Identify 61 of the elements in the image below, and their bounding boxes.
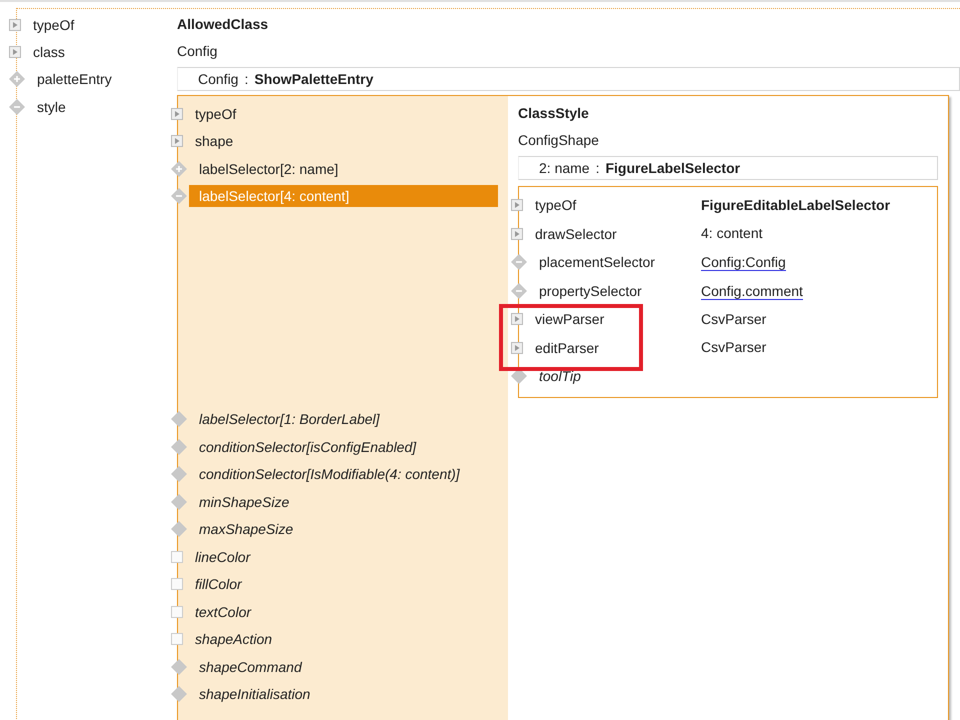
collapse-icon[interactable]	[511, 254, 527, 270]
member-item[interactable]: shape	[185, 130, 498, 152]
expand-icon[interactable]	[9, 70, 25, 86]
property-name: propertySelector	[539, 282, 642, 299]
collapse-icon[interactable]	[511, 282, 527, 299]
expand-icon[interactable]	[511, 228, 523, 240]
expand-icon[interactable]	[511, 313, 523, 326]
collapse-icon[interactable]	[171, 188, 187, 204]
property-link[interactable]: Config.comment	[701, 282, 803, 300]
expand-icon[interactable]	[511, 199, 523, 212]
member-item[interactable]: labelSelector[2: name]	[189, 158, 498, 180]
square-icon	[171, 606, 183, 618]
member-item[interactable]: labelSelector[1: BorderLabel]	[189, 408, 498, 430]
member-item[interactable]: typeOf	[185, 102, 498, 125]
reference-field[interactable]: Config : ShowPaletteEntry	[177, 67, 960, 91]
property-name: class	[33, 44, 65, 60]
property-value: CsvParser	[701, 310, 768, 329]
member-item[interactable]: conditionSelector[isConfigEnabled]	[189, 436, 498, 458]
reference-target: FigureLabelSelector	[605, 160, 740, 176]
property-name: editParser	[535, 340, 599, 356]
property-name: typeOf	[33, 16, 74, 32]
member-item[interactable]: lineColor	[185, 546, 498, 568]
separator-colon: :	[596, 160, 600, 176]
type-name: AllowedClass	[177, 16, 268, 32]
reference-context: 2: name	[539, 160, 590, 176]
property-name: paletteEntry	[37, 70, 112, 86]
member-item[interactable]: fillColor	[185, 573, 498, 596]
reference-target: ShowPaletteEntry	[254, 71, 374, 87]
expand-icon[interactable]	[171, 135, 183, 148]
property-value: 4: content	[701, 224, 764, 244]
expand-icon[interactable]	[171, 108, 183, 120]
expand-icon[interactable]	[171, 160, 187, 177]
member-item[interactable]: maxShapeSize	[189, 518, 498, 540]
collapse-icon[interactable]	[9, 98, 25, 114]
reference-field[interactable]: 2: name : FigureLabelSelector	[518, 156, 938, 180]
reference-context: Config	[198, 71, 238, 87]
expand-icon[interactable]	[9, 46, 21, 58]
member-item[interactable]: textColor	[185, 600, 498, 623]
property-name: placementSelector	[539, 254, 655, 270]
member-item[interactable]: shapeCommand	[189, 656, 498, 678]
property-name: style	[37, 98, 66, 114]
expand-icon[interactable]	[9, 18, 21, 30]
property-name: typeOf	[535, 197, 576, 214]
separator-colon: :	[244, 71, 248, 87]
expand-icon[interactable]	[511, 342, 523, 354]
member-item[interactable]: shapeAction	[185, 628, 498, 650]
square-icon	[171, 633, 183, 646]
member-item[interactable]: shapeInitialisation	[189, 683, 498, 706]
square-icon	[171, 578, 183, 590]
property-link[interactable]: Config:Config	[701, 254, 786, 272]
property-name: toolTip	[539, 368, 581, 384]
property-value: Config	[177, 43, 218, 59]
object-subtitle: ConfigShape	[518, 131, 600, 150]
member-item[interactable]: conditionSelector[IsModifiable(4: content)]	[189, 463, 498, 486]
type-name: FigureEditableLabelSelector	[701, 196, 892, 215]
object-title: ClassStyle	[518, 104, 590, 123]
property-value: CsvParser	[701, 338, 768, 358]
member-item[interactable]: minShapeSize	[189, 490, 498, 513]
property-name: viewParser	[535, 311, 604, 328]
property-name: drawSelector	[535, 226, 617, 242]
square-icon	[171, 550, 183, 563]
